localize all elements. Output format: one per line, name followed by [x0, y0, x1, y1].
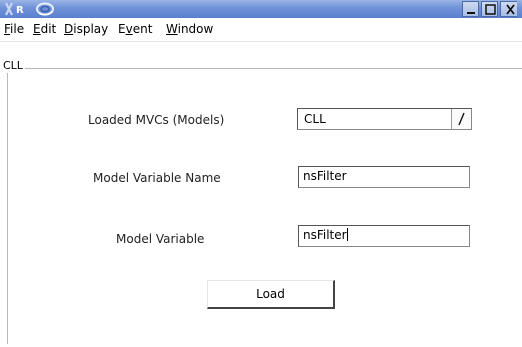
dropdown-slash-icon: [458, 112, 465, 126]
menu-file[interactable]: File: [4, 21, 24, 37]
models-selected-value: CLL: [304, 112, 326, 126]
menu-bar: File Edit Display Event Window: [0, 18, 522, 42]
model-variable-name-field[interactable]: nsFilter: [298, 166, 470, 188]
model-variable-field[interactable]: nsFilter: [298, 225, 470, 247]
maximize-button[interactable]: [481, 1, 498, 17]
models-combo-box[interactable]: CLL: [297, 108, 472, 130]
minimize-icon: [467, 12, 475, 14]
model-variable-value: nsFilter: [303, 228, 347, 242]
loaded-models-label: Loaded MVCs (Models): [88, 113, 225, 127]
app-badge: R: [16, 5, 24, 16]
model-variable-label: Model Variable: [116, 232, 205, 246]
menu-event[interactable]: Event: [118, 21, 152, 37]
minimize-button[interactable]: [462, 1, 479, 17]
title-bar: R: [0, 0, 522, 18]
close-button[interactable]: [500, 1, 517, 17]
close-icon: [506, 4, 515, 15]
app-swirl-icon: [36, 2, 54, 16]
model-variable-name-value: nsFilter: [303, 169, 347, 183]
combo-dropdown-button[interactable]: [451, 109, 471, 129]
group-title: CLL: [3, 59, 25, 73]
model-variable-name-label: Model Variable Name: [93, 171, 221, 185]
menu-display[interactable]: Display: [64, 21, 108, 37]
x-window-logo-icon: R: [5, 2, 24, 16]
load-button[interactable]: Load: [207, 280, 335, 309]
menu-edit[interactable]: Edit: [33, 21, 56, 37]
maximize-icon: [485, 4, 496, 15]
menu-window[interactable]: Window: [166, 21, 213, 37]
text-cursor: [346, 228, 348, 241]
